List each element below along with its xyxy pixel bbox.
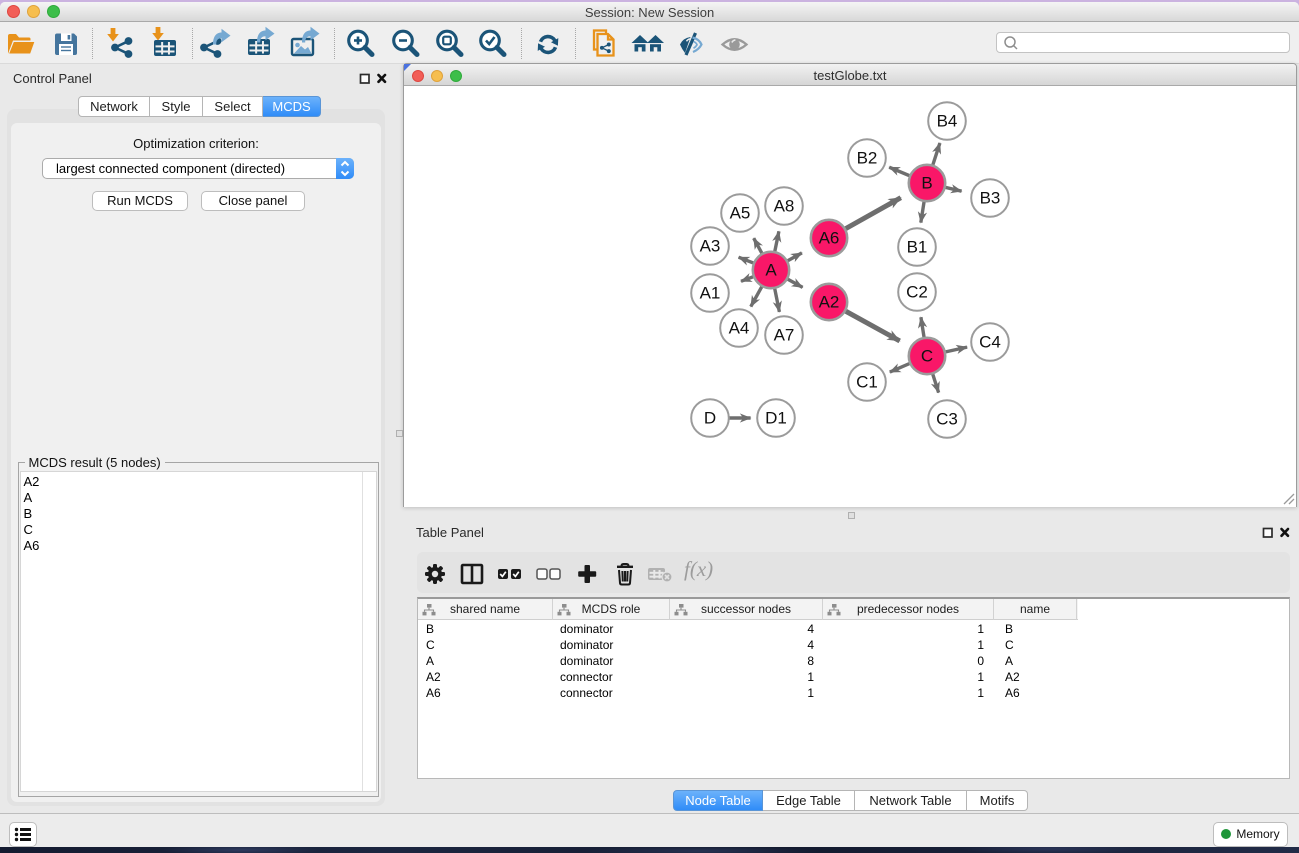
- svg-text:D1: D1: [765, 409, 787, 428]
- svg-text:A3: A3: [700, 237, 721, 256]
- svg-text:A1: A1: [700, 284, 721, 303]
- svg-text:A6: A6: [819, 229, 840, 248]
- svg-text:A7: A7: [774, 326, 795, 345]
- svg-text:A5: A5: [730, 204, 751, 223]
- svg-text:A4: A4: [729, 319, 750, 338]
- svg-text:A8: A8: [774, 197, 795, 216]
- svg-text:B2: B2: [857, 149, 878, 168]
- svg-text:C1: C1: [856, 373, 878, 392]
- svg-text:C: C: [921, 347, 933, 366]
- svg-text:B4: B4: [937, 112, 958, 131]
- svg-text:B: B: [921, 174, 932, 193]
- svg-text:D: D: [704, 409, 716, 428]
- svg-text:B3: B3: [980, 189, 1001, 208]
- svg-text:C3: C3: [936, 410, 958, 429]
- svg-text:A2: A2: [819, 293, 840, 312]
- svg-text:C2: C2: [906, 283, 928, 302]
- svg-text:B1: B1: [907, 238, 928, 257]
- svg-text:A: A: [765, 261, 777, 280]
- svg-text:C4: C4: [979, 333, 1001, 352]
